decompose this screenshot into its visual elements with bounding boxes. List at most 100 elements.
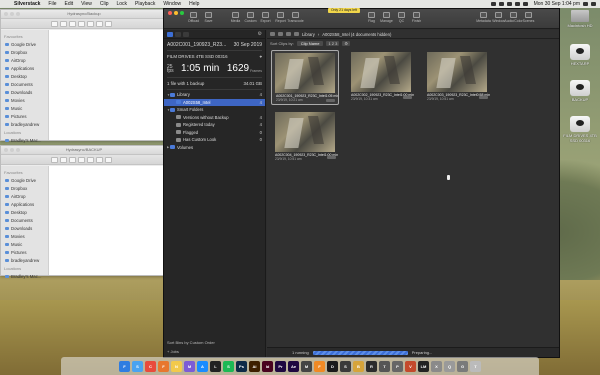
clip-thumbnail[interactable]: A002C001_190923_R23C_Intel1:05 min 23/9/… bbox=[271, 50, 339, 105]
desktop-icon-film-drives[interactable]: FILM DRIVES 4TB SSD 00316 bbox=[563, 116, 597, 143]
sidebar-item-dropbox[interactable]: Dropbox bbox=[1, 184, 48, 192]
volume-icon[interactable] bbox=[514, 2, 520, 6]
sort-select[interactable]: Clip Name bbox=[296, 41, 324, 46]
sidebar-item-applications[interactable]: Applications bbox=[1, 64, 48, 72]
sidebar-item-documents[interactable]: Documents bbox=[1, 216, 48, 224]
sidebar-item-pictures[interactable]: Pictures bbox=[1, 112, 48, 120]
offload-button[interactable]: Offload bbox=[186, 12, 201, 23]
minimize-button[interactable] bbox=[174, 11, 178, 15]
sidebar-item-pictures[interactable]: Pictures bbox=[1, 248, 48, 256]
flag-button[interactable]: Flag bbox=[364, 12, 379, 23]
media-button[interactable]: Media bbox=[228, 12, 243, 23]
tree-smart-item[interactable]: Has Custom Look 0 bbox=[164, 136, 265, 144]
view-columns-button[interactable] bbox=[87, 156, 94, 163]
tree-smart-item[interactable]: Versions without Backup 4 bbox=[164, 114, 265, 122]
pin-icon[interactable]: ⌖ bbox=[260, 54, 262, 59]
dock-app-icon[interactable]: M bbox=[301, 360, 312, 372]
close-button[interactable] bbox=[168, 11, 172, 15]
view-list-button[interactable] bbox=[78, 20, 85, 27]
view-icons-button[interactable] bbox=[69, 156, 76, 163]
menu-edit[interactable]: Edit bbox=[60, 1, 77, 7]
dock-app-icon[interactable]: Ai bbox=[249, 360, 260, 372]
view-icons-button[interactable] bbox=[69, 20, 76, 27]
sidebar-item-desktop[interactable]: Desktop bbox=[1, 72, 48, 80]
sort-bins-menu[interactable]: Sort Bins by Custom Order bbox=[167, 340, 215, 345]
clip-thumbnail[interactable]: A002C002_190923_R23C_Intel1:00 min 23/9/… bbox=[347, 50, 415, 101]
dock-app-icon[interactable]: P bbox=[392, 360, 403, 372]
jobs-button[interactable]: + Jobs bbox=[167, 349, 179, 354]
custom-button[interactable]: Custom bbox=[243, 12, 258, 23]
column-view-icon[interactable] bbox=[286, 32, 291, 36]
menu-file[interactable]: File bbox=[44, 1, 60, 7]
finder-content[interactable] bbox=[49, 166, 167, 275]
forward-button[interactable] bbox=[60, 20, 67, 27]
metadata-button[interactable]: Metadata bbox=[476, 12, 491, 23]
view-list-button[interactable] bbox=[78, 156, 85, 163]
silverstack-toolbar[interactable]: Only 21 days left Offload Save Media Cus… bbox=[164, 8, 559, 29]
dock-app-icon[interactable]: F bbox=[119, 360, 130, 372]
sidebar-item-home[interactable]: bradleyandrew bbox=[1, 120, 48, 128]
search-icon[interactable] bbox=[583, 2, 588, 6]
dock-app-icon[interactable]: S bbox=[223, 360, 234, 372]
desktop-icon-macintosh-hd[interactable]: Macintosh HD bbox=[563, 10, 597, 28]
clip-thumbnail[interactable]: A002C004_190923_R23C_Intel1:00 min 23/9/… bbox=[271, 110, 339, 161]
tree-smart-folders[interactable]: ▼ Smart Folders bbox=[164, 106, 265, 114]
forward-button[interactable] bbox=[60, 156, 67, 163]
list-icon[interactable] bbox=[591, 2, 596, 6]
dock-app-icon[interactable]: A bbox=[197, 360, 208, 372]
sidebar-item-mac[interactable]: Bradley's Mac... bbox=[1, 272, 48, 280]
menu-app-name[interactable]: Silverstack bbox=[10, 1, 44, 7]
audio-color-button[interactable]: Audio/Color bbox=[504, 12, 523, 23]
settings-icon[interactable]: ⚙ bbox=[342, 41, 350, 46]
running-count[interactable]: 1 running bbox=[292, 350, 309, 355]
transcode-button[interactable]: Transcode bbox=[287, 12, 304, 23]
action-button[interactable] bbox=[105, 20, 112, 27]
wifi-icon[interactable] bbox=[506, 2, 512, 6]
dock-app-icon[interactable]: T bbox=[470, 360, 481, 372]
tree-smart-item[interactable]: Registered today 4 bbox=[164, 121, 265, 129]
sidebar-item-movies[interactable]: Movies bbox=[1, 232, 48, 240]
dock-app-icon[interactable]: X bbox=[431, 360, 442, 372]
finder-content[interactable] bbox=[49, 30, 167, 140]
desktop-icon-backup[interactable]: BACKUP bbox=[563, 80, 597, 102]
export-button[interactable]: Export bbox=[258, 12, 273, 23]
sidebar-item-airdrop[interactable]: AirDrop bbox=[1, 192, 48, 200]
sidebar-item-mac[interactable]: Bradley's Mac... bbox=[1, 136, 48, 144]
dock-app-icon[interactable]: Pr bbox=[275, 360, 286, 372]
dock-app-icon[interactable]: F bbox=[158, 360, 169, 372]
dock-app-icon[interactable]: N bbox=[171, 360, 182, 372]
breadcrumb-library[interactable]: Library bbox=[302, 32, 315, 37]
dock-app-icon[interactable]: R bbox=[366, 360, 377, 372]
clip-preview-image[interactable] bbox=[275, 112, 335, 152]
dock-app-icon[interactable]: G bbox=[457, 360, 468, 372]
battery-icon[interactable] bbox=[522, 2, 528, 6]
grid-view-icon[interactable] bbox=[270, 32, 275, 36]
view-columns-button[interactable] bbox=[87, 20, 94, 27]
menu-playback[interactable]: Playback bbox=[131, 1, 159, 7]
menu-lock[interactable]: Lock bbox=[112, 1, 131, 7]
finish-button[interactable]: Finish bbox=[409, 12, 424, 23]
dock-app-icon[interactable]: T bbox=[379, 360, 390, 372]
clip-preview-image[interactable] bbox=[275, 53, 335, 93]
sidebar-item-music[interactable]: Music bbox=[1, 104, 48, 112]
action-button[interactable] bbox=[105, 156, 112, 163]
tab-library[interactable] bbox=[167, 31, 173, 37]
menu-clip[interactable]: Clip bbox=[96, 1, 113, 7]
dock-app-icon[interactable]: LM bbox=[418, 360, 429, 372]
clip-preview-image[interactable] bbox=[427, 52, 487, 92]
view-gallery-button[interactable] bbox=[96, 20, 103, 27]
back-button[interactable] bbox=[51, 20, 58, 27]
menu-help[interactable]: Help bbox=[185, 1, 203, 7]
tree-bin-selected[interactable]: A002S58_Intel 4 bbox=[164, 98, 265, 106]
gear-icon[interactable]: ⚙ bbox=[258, 31, 262, 37]
cloud-status-icon[interactable] bbox=[498, 2, 504, 6]
sidebar-item-documents[interactable]: Documents bbox=[1, 80, 48, 88]
qc-button[interactable]: QC bbox=[394, 12, 409, 23]
scenes-button[interactable]: Scenes bbox=[521, 12, 536, 23]
finder-titlebar[interactable]: Hydrasync/Backup bbox=[1, 10, 167, 19]
tab-search[interactable] bbox=[175, 31, 181, 37]
dock-app-icon[interactable]: F bbox=[314, 360, 325, 372]
sidebar-item-desktop[interactable]: Desktop bbox=[1, 208, 48, 216]
dock-app-icon[interactable]: D bbox=[327, 360, 338, 372]
sidebar-item-google-drive[interactable]: Google Drive bbox=[1, 176, 48, 184]
